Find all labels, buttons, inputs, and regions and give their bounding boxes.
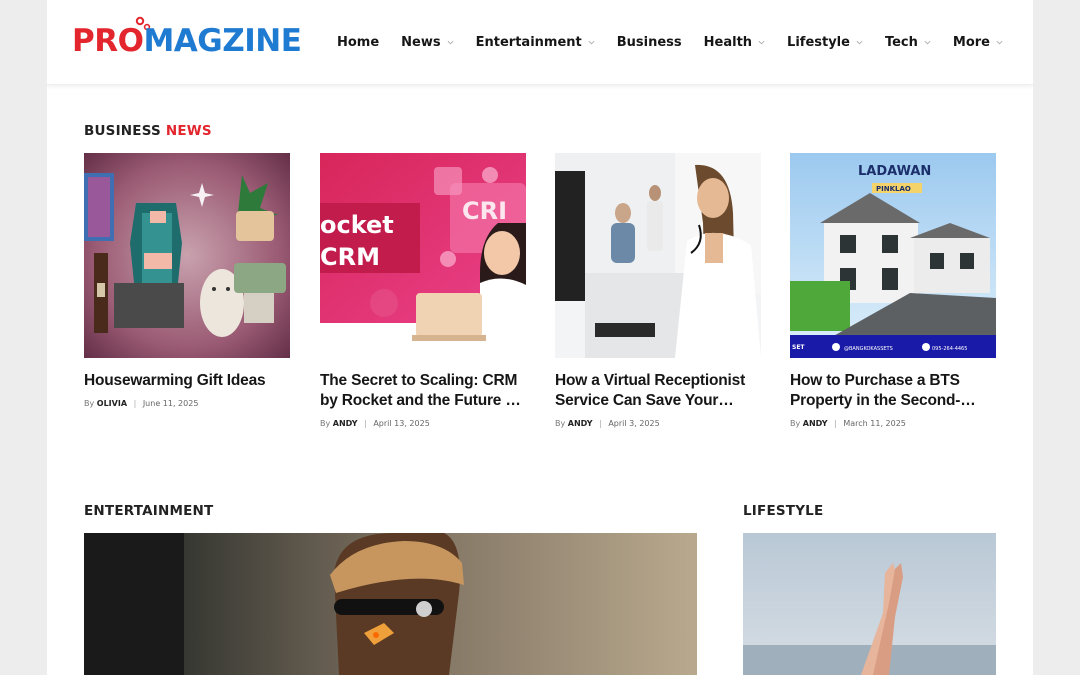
meta-separator: | xyxy=(364,419,367,428)
nav-tech[interactable]: Tech xyxy=(885,35,931,50)
nav-business[interactable]: Business xyxy=(617,35,682,50)
image-text: PINKLAO xyxy=(876,185,911,193)
nav-news[interactable]: News xyxy=(401,35,454,50)
chevron-down-icon xyxy=(996,40,1003,45)
logo-part-1: PRO xyxy=(72,23,144,59)
chevron-down-icon xyxy=(447,40,454,45)
nav-label: Health xyxy=(703,35,753,50)
post-meta: By OLIVIA | June 11, 2025 xyxy=(84,399,290,408)
post-date: April 13, 2025 xyxy=(373,419,430,428)
post-meta: By ANDY | April 13, 2025 xyxy=(320,419,526,428)
site-logo[interactable]: PROMAGZINE xyxy=(72,16,337,66)
image-text: @BANGKOKASSETS xyxy=(844,346,893,352)
nav-label: Lifestyle xyxy=(787,35,850,50)
post-card: ocket CRM CRI The Secret to Scaling: CRM… xyxy=(320,153,526,428)
post-card: LADAWAN PINKLAO SET @BANGKOKASSETS 095-2… xyxy=(790,153,996,428)
nav-label: Tech xyxy=(884,35,918,50)
meta-separator: | xyxy=(834,419,837,428)
image-text: SET xyxy=(792,344,805,351)
nav-label: Business xyxy=(616,35,682,50)
image-text: CRI xyxy=(462,197,507,225)
meta-separator: | xyxy=(133,399,137,408)
nav-home[interactable]: Home xyxy=(337,35,379,50)
heading-part-1: BUSINESS xyxy=(84,123,161,139)
nav-label: Entertainment xyxy=(475,35,582,50)
nav-lifestyle[interactable]: Lifestyle xyxy=(787,35,863,50)
main-nav: Home News Entertainment Business Health … xyxy=(315,0,1003,85)
image-text: ocket xyxy=(320,211,394,239)
post-title[interactable]: How to Purchase a BTS Property in the Se… xyxy=(790,371,996,411)
site-header: PROMAGZINE Home News Entertainment Busin… xyxy=(47,0,1033,85)
entertainment-feature-image[interactable] xyxy=(84,533,697,675)
nav-label: Home xyxy=(336,35,380,50)
post-title[interactable]: How a Virtual Receptionist Service Can S… xyxy=(555,371,761,411)
meta-by: By xyxy=(320,419,331,428)
logo-part-2: MAGZINE xyxy=(143,23,302,59)
entertainment-heading: ENTERTAINMENT xyxy=(84,503,213,519)
meta-separator: | xyxy=(599,419,602,428)
post-author[interactable]: OLIVIA xyxy=(97,399,127,408)
housewarming-gifts-image[interactable] xyxy=(84,153,290,358)
heading-text: LIFESTYLE xyxy=(743,503,824,519)
nav-label: News xyxy=(401,35,441,50)
post-card: Housewarming Gift Ideas By OLIVIA | June… xyxy=(84,153,290,408)
chevron-down-icon xyxy=(588,40,595,45)
post-title[interactable]: Housewarming Gift Ideas xyxy=(84,371,290,391)
post-meta: By ANDY | April 3, 2025 xyxy=(555,419,761,428)
post-author[interactable]: ANDY xyxy=(568,419,593,428)
nav-entertainment[interactable]: Entertainment xyxy=(476,35,595,50)
meta-by: By xyxy=(555,419,566,428)
nav-more[interactable]: More xyxy=(953,35,1003,50)
post-meta: By ANDY | March 11, 2025 xyxy=(790,419,996,428)
chevron-down-icon xyxy=(924,40,931,45)
logo-text: PROMAGZINE xyxy=(72,23,302,59)
nav-health[interactable]: Health xyxy=(704,35,765,50)
business-news-heading: BUSINESS NEWS xyxy=(84,123,212,139)
lifestyle-feature-image[interactable] xyxy=(743,533,996,675)
chevron-down-icon xyxy=(856,40,863,45)
heading-part-2: NEWS xyxy=(165,123,212,139)
rocket-crm-image[interactable]: ocket CRM CRI xyxy=(320,153,526,358)
image-text: LADAWAN xyxy=(858,164,931,179)
meta-by: By xyxy=(84,399,95,408)
receptionist-image[interactable] xyxy=(555,153,761,358)
post-author[interactable]: ANDY xyxy=(803,419,828,428)
meta-by: By xyxy=(790,419,801,428)
post-date: June 11, 2025 xyxy=(142,399,199,408)
page: PROMAGZINE Home News Entertainment Busin… xyxy=(47,0,1033,675)
post-date: March 11, 2025 xyxy=(843,419,906,428)
chevron-down-icon xyxy=(758,40,765,45)
post-card: How a Virtual Receptionist Service Can S… xyxy=(555,153,761,428)
image-text: CRM xyxy=(320,243,380,271)
lifestyle-heading: LIFESTYLE xyxy=(743,503,823,519)
image-text: 095-264-4465 xyxy=(932,346,967,352)
post-date: April 3, 2025 xyxy=(608,419,660,428)
nav-label: More xyxy=(952,35,990,50)
post-author[interactable]: ANDY xyxy=(333,419,358,428)
heading-text: ENTERTAINMENT xyxy=(84,503,214,519)
property-image[interactable]: LADAWAN PINKLAO SET @BANGKOKASSETS 095-2… xyxy=(790,153,996,358)
post-title[interactable]: The Secret to Scaling: CRM by Rocket and… xyxy=(320,371,526,411)
